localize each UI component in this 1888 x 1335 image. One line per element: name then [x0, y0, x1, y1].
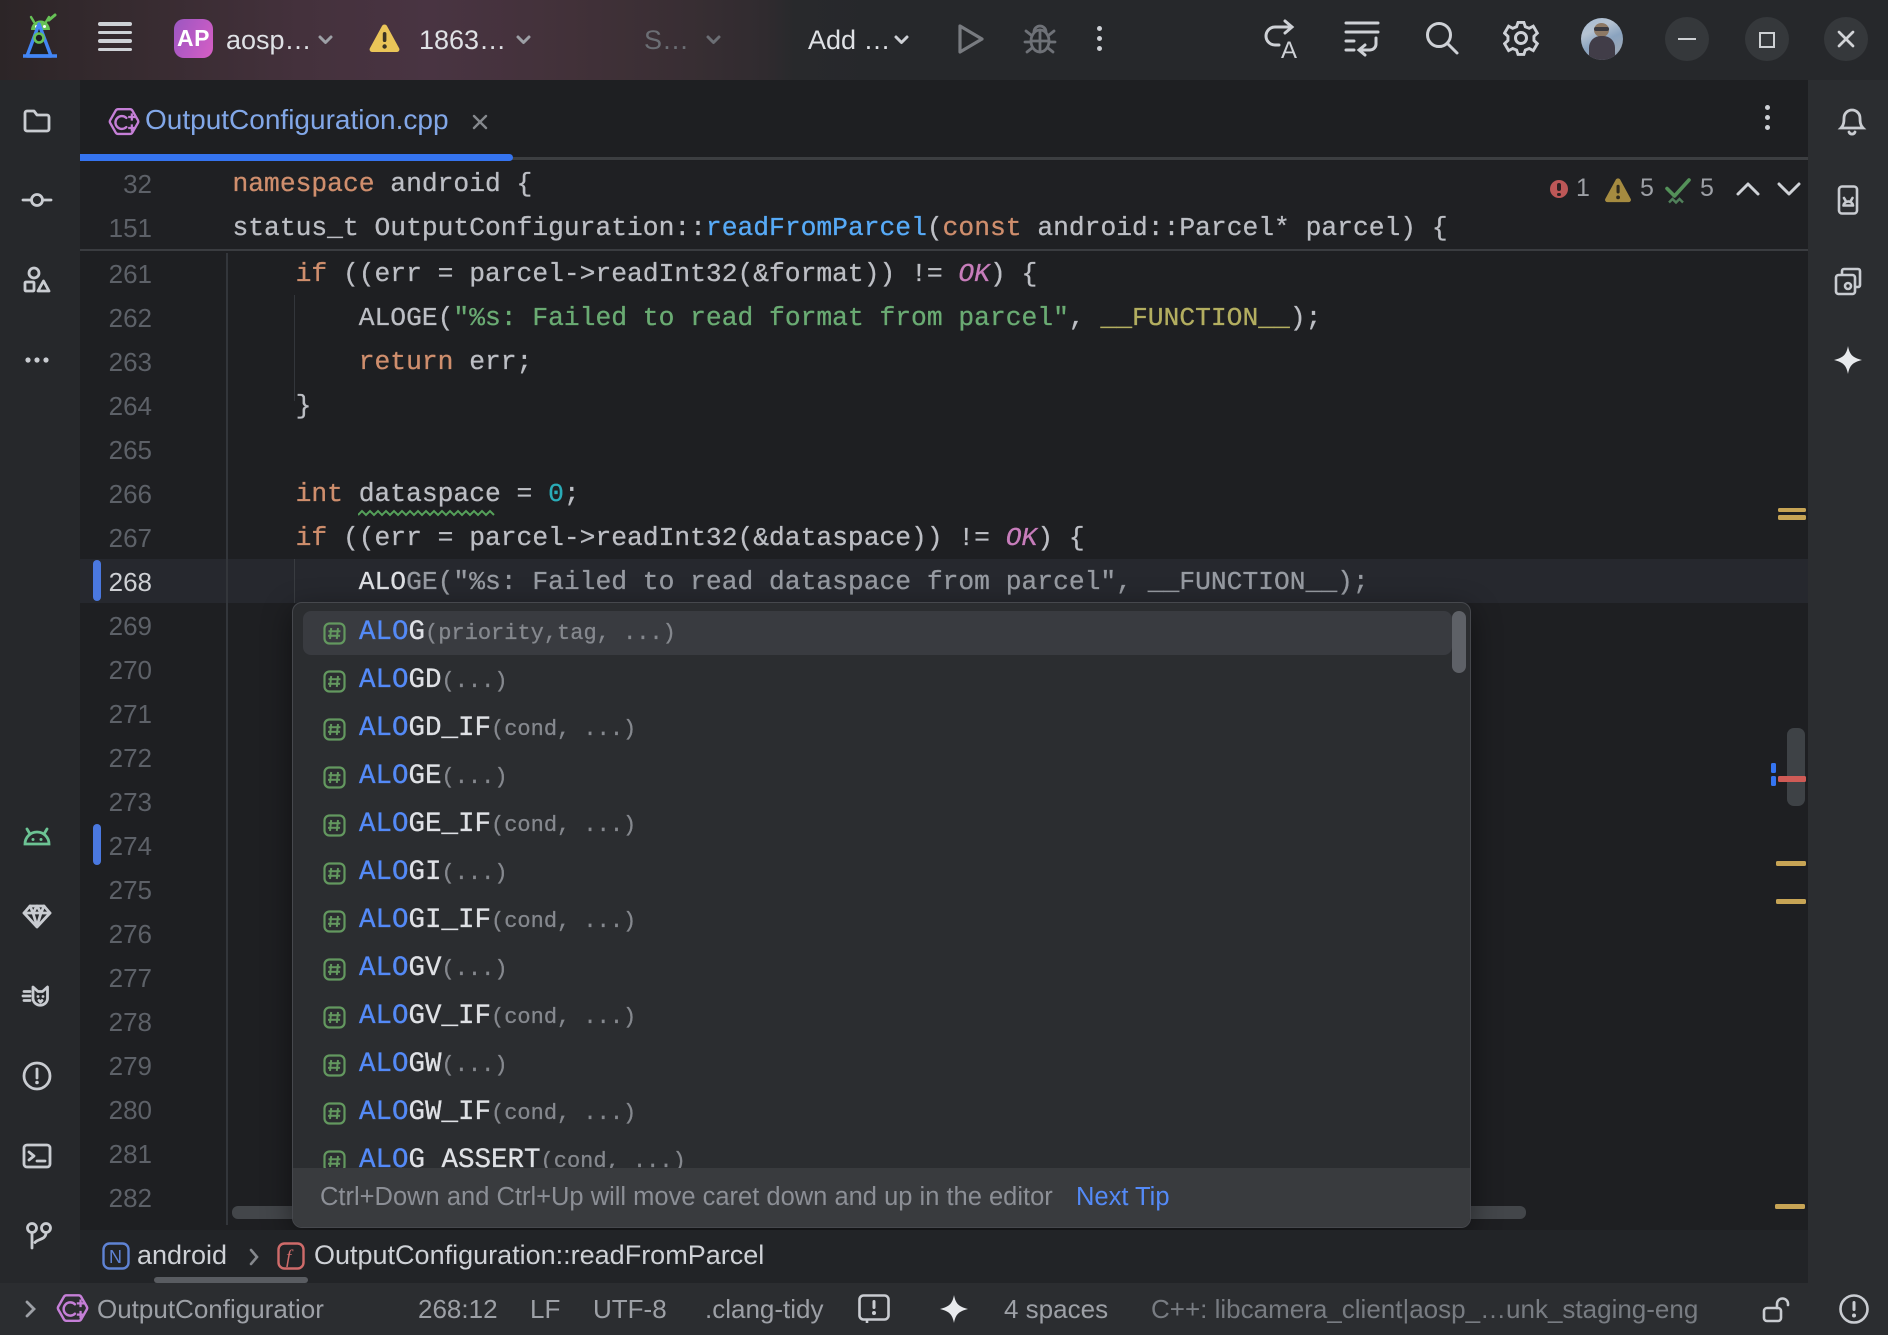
svg-text:f: f: [286, 1247, 294, 1268]
svg-text:N: N: [109, 1247, 122, 1267]
svg-text:A: A: [1281, 37, 1297, 60]
